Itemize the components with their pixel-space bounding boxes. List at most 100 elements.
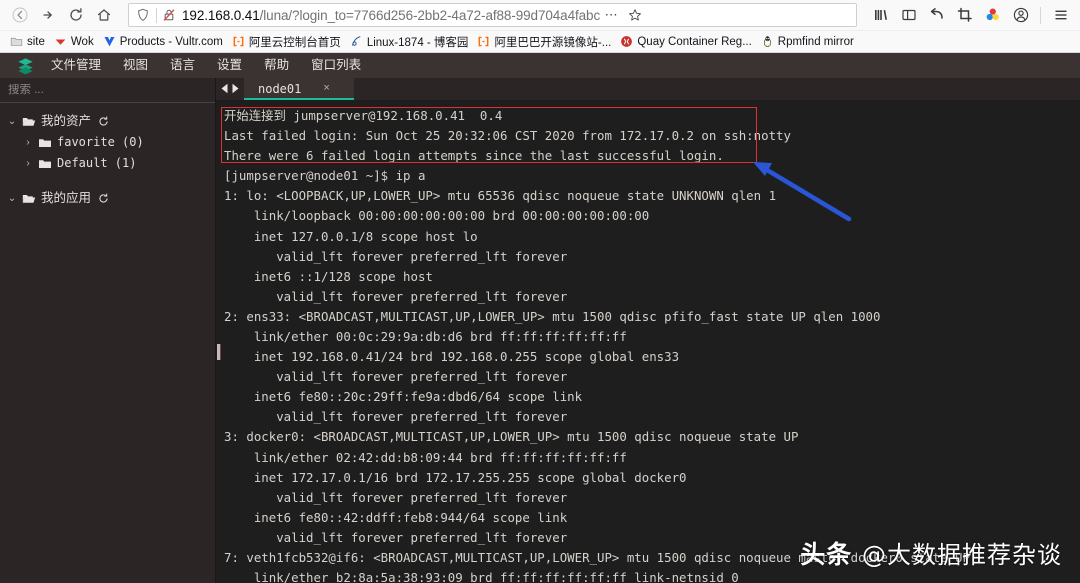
menu-item-file-manager[interactable]: 文件管理 bbox=[40, 56, 112, 75]
broken-lock-icon[interactable] bbox=[160, 8, 178, 22]
search-input[interactable] bbox=[8, 84, 207, 96]
library-icon[interactable] bbox=[867, 2, 894, 28]
terminal-line: valid_lft forever preferred_lft forever bbox=[224, 288, 568, 304]
session-tab-bar: node01 × bbox=[216, 78, 1080, 100]
bookmark-item-alibaba-mirror[interactable]: 阿里巴巴开源镜像站-... bbox=[473, 33, 616, 51]
terminal-line: link/ether 02:42:dd:b8:09:44 brd ff:ff:f… bbox=[224, 449, 627, 465]
app-menu-bar: 文件管理 视图 语言 设置 帮助 窗口列表 bbox=[0, 53, 1080, 78]
terminal-line: Last failed login: Sun Oct 25 20:32:06 C… bbox=[224, 128, 791, 144]
refresh-icon[interactable] bbox=[98, 193, 109, 204]
terminal-output[interactable]: 开始连接到 jumpserver@192.168.0.41 0.4 Last f… bbox=[216, 99, 1080, 583]
open-folder-icon bbox=[22, 116, 37, 128]
app-menu-hamburger-icon[interactable] bbox=[1047, 2, 1074, 28]
url-bar[interactable]: 192.168.0.41/luna/?login_to=7766d256-2bb… bbox=[128, 3, 857, 27]
terminal-line: 2: ens33: <BROADCAST,MULTICAST,UP,LOWER_… bbox=[224, 308, 881, 324]
terminal-line: inet6 fe80::42:ddff:feb8:944/64 scope li… bbox=[224, 509, 568, 525]
aliyun-bracket-icon bbox=[232, 35, 245, 48]
terminal-line: inet 172.17.0.1/16 brd 172.17.255.255 sc… bbox=[224, 469, 687, 485]
terminal-line: There were 6 failed login attempts since… bbox=[224, 148, 724, 164]
menu-item-language[interactable]: 语言 bbox=[159, 56, 206, 75]
browser-chrome: 192.168.0.41/luna/?login_to=7766d256-2bb… bbox=[0, 0, 1080, 53]
bookmark-item-cnblogs[interactable]: Linux-1874 - 博客园 bbox=[346, 33, 474, 51]
chevron-down-icon[interactable]: ⌄ bbox=[6, 190, 18, 207]
tree-node-my-apps[interactable]: ⌄ 我的应用 bbox=[0, 188, 215, 209]
folder-icon bbox=[10, 35, 23, 48]
bookmark-item-aliyun-console[interactable]: 阿里云控制台首页 bbox=[228, 33, 346, 51]
bookmark-label: Rpmfind mirror bbox=[777, 35, 854, 48]
tab-scroll-left-icon bbox=[221, 84, 228, 94]
bookmark-item-wok[interactable]: Wok bbox=[50, 34, 99, 49]
asset-sidebar: ⌄ 我的资产 › favorite (0) bbox=[0, 78, 216, 583]
terminal-line: link/loopback 00:00:00:00:00:00 brd 00:0… bbox=[224, 208, 650, 224]
tab-scroll-right-icon bbox=[232, 84, 239, 94]
close-icon[interactable]: × bbox=[323, 83, 329, 94]
browser-navigation-bar: 192.168.0.41/luna/?login_to=7766d256-2bb… bbox=[0, 0, 1080, 30]
terminal-line: inet 127.0.0.1/8 scope host lo bbox=[224, 228, 478, 244]
watermark-handle: @大数据推荐杂谈 bbox=[862, 541, 1062, 569]
sidebar-toggle-icon[interactable] bbox=[895, 2, 922, 28]
session-tab-node01[interactable]: node01 × bbox=[244, 78, 354, 100]
tree-node-favorite[interactable]: › favorite (0) bbox=[0, 132, 215, 153]
tree-node-my-assets[interactable]: ⌄ 我的资产 bbox=[0, 111, 215, 132]
terminal-line: 3: docker0: <BROADCAST,MULTICAST,UP,LOWE… bbox=[224, 429, 799, 445]
colorful-extension-icon[interactable] bbox=[979, 2, 1006, 28]
terminal-line: 1: lo: <LOOPBACK,UP,LOWER_UP> mtu 65536 … bbox=[224, 188, 777, 204]
urlbar-separator bbox=[156, 7, 157, 23]
cnblogs-icon bbox=[350, 35, 363, 48]
tree-node-label: favorite (0) bbox=[57, 135, 144, 149]
bookmark-label: site bbox=[27, 35, 45, 48]
tree-node-label: 我的资产 bbox=[41, 114, 92, 128]
watermark: 头条 @大数据推荐杂谈 bbox=[800, 535, 1062, 571]
jumpserver-stack-logo-icon[interactable] bbox=[10, 56, 40, 75]
toolbar-divider bbox=[1040, 6, 1041, 24]
bookmark-item-site[interactable]: site bbox=[6, 34, 50, 49]
chevron-down-icon[interactable]: ⌄ bbox=[6, 113, 18, 130]
tracking-protection-shield-icon[interactable] bbox=[133, 8, 153, 22]
chevron-right-icon[interactable]: › bbox=[22, 155, 34, 172]
terminal-line: link/ether 00:0c:29:9a:db:d6 brd ff:ff:f… bbox=[224, 329, 627, 345]
tab-title: node01 bbox=[258, 81, 302, 96]
open-folder-icon bbox=[22, 193, 37, 205]
menu-item-settings[interactable]: 设置 bbox=[206, 56, 253, 75]
bookmark-item-quay[interactable]: Quay Container Reg... bbox=[616, 34, 756, 49]
star-outline-icon[interactable] bbox=[624, 4, 646, 26]
bookmark-item-rpmfind[interactable]: Rpmfind mirror bbox=[757, 34, 859, 49]
terminal-line: [jumpserver@node01 ~]$ ip a bbox=[224, 168, 426, 184]
bookmark-label: Quay Container Reg... bbox=[637, 35, 752, 48]
jumpserver-luna-app: 文件管理 视图 语言 设置 帮助 窗口列表 ⌄ 我的资产 bbox=[0, 53, 1080, 583]
urlbar-actions: ⋯ bbox=[600, 4, 648, 26]
vultr-v-icon bbox=[103, 35, 116, 48]
quay-circle-icon bbox=[620, 35, 633, 48]
home-button[interactable] bbox=[90, 2, 118, 28]
account-avatar-icon[interactable] bbox=[1007, 2, 1034, 28]
asset-tree: ⌄ 我的资产 › favorite (0) › Default (1) ⌄ 我的… bbox=[0, 103, 215, 209]
screenshot-crop-icon[interactable] bbox=[951, 2, 978, 28]
terminal-line: valid_lft forever preferred_lft forever bbox=[224, 369, 568, 385]
menu-item-help[interactable]: 帮助 bbox=[253, 56, 300, 75]
url-text[interactable]: 192.168.0.41/luna/?login_to=7766d256-2bb… bbox=[178, 8, 600, 23]
asset-search-box[interactable] bbox=[0, 78, 215, 103]
terminal-scrollbar-thumb[interactable] bbox=[217, 343, 221, 360]
bookmark-label: 阿里云控制台首页 bbox=[248, 36, 341, 49]
tab-scroll-controls[interactable] bbox=[216, 78, 244, 100]
reload-button[interactable] bbox=[62, 2, 90, 28]
bookmark-label: Linux-1874 - 博客园 bbox=[366, 36, 469, 49]
refresh-icon[interactable] bbox=[98, 116, 109, 127]
ellipsis-icon[interactable]: ⋯ bbox=[600, 4, 622, 26]
terminal-line: valid_lft forever preferred_lft forever bbox=[224, 248, 568, 264]
tree-node-default[interactable]: › Default (1) bbox=[0, 153, 215, 174]
pocket-save-icon[interactable] bbox=[923, 2, 950, 28]
terminal-line: valid_lft forever preferred_lft forever bbox=[224, 409, 568, 425]
menu-item-view[interactable]: 视图 bbox=[112, 56, 159, 75]
terminal-line: inet 192.168.0.41/24 brd 192.168.0.255 s… bbox=[224, 349, 680, 365]
menu-item-window-list[interactable]: 窗口列表 bbox=[300, 56, 372, 75]
bookmark-label: Products - Vultr.com bbox=[119, 35, 223, 48]
app-body: ⌄ 我的资产 › favorite (0) bbox=[0, 78, 1080, 583]
terminal-line: inet6 ::1/128 scope host bbox=[224, 268, 433, 284]
forward-button[interactable] bbox=[34, 2, 62, 28]
back-button[interactable] bbox=[6, 2, 34, 28]
bookmark-item-vultr[interactable]: Products - Vultr.com bbox=[99, 34, 228, 49]
chevron-right-icon[interactable]: › bbox=[22, 134, 34, 151]
folder-icon bbox=[38, 158, 53, 170]
